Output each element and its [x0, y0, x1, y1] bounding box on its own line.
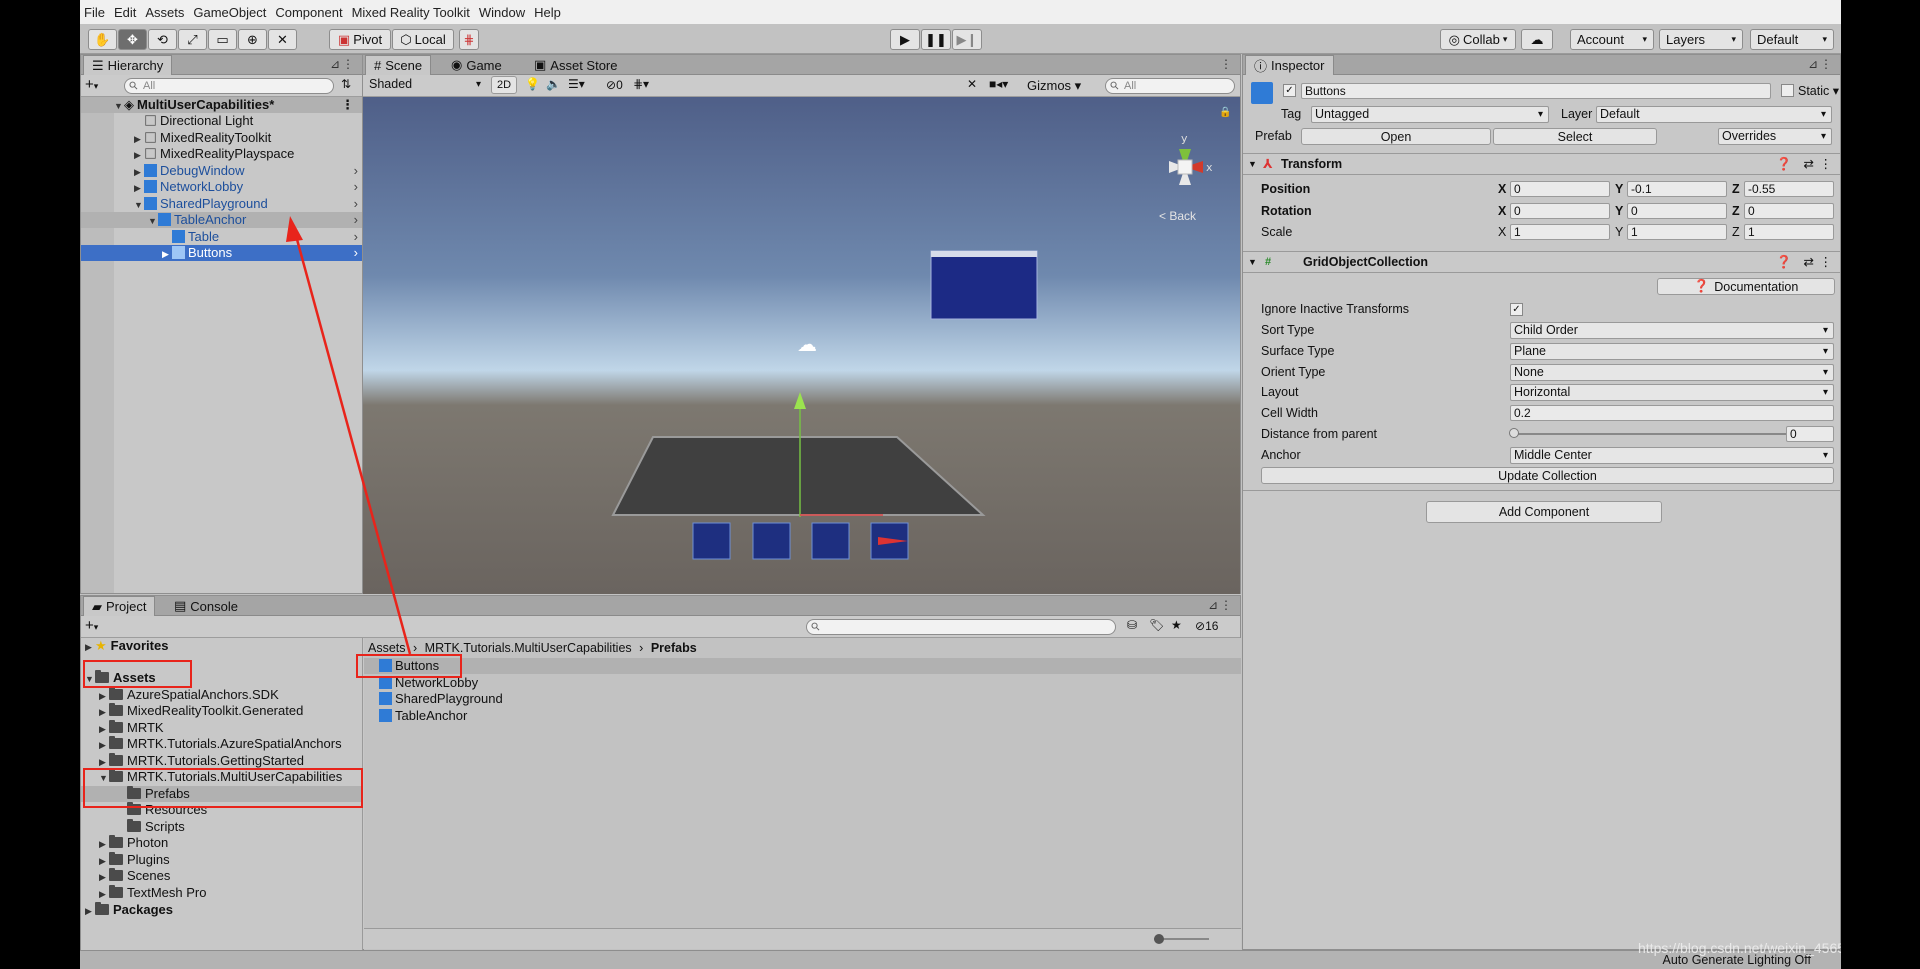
- annotation-arrow: [286, 216, 412, 655]
- watermark: https://blog.csdn.net/weixin_45655555: [1638, 940, 1841, 956]
- unity-editor: File Edit Assets GameObject Component Mi…: [80, 0, 1841, 969]
